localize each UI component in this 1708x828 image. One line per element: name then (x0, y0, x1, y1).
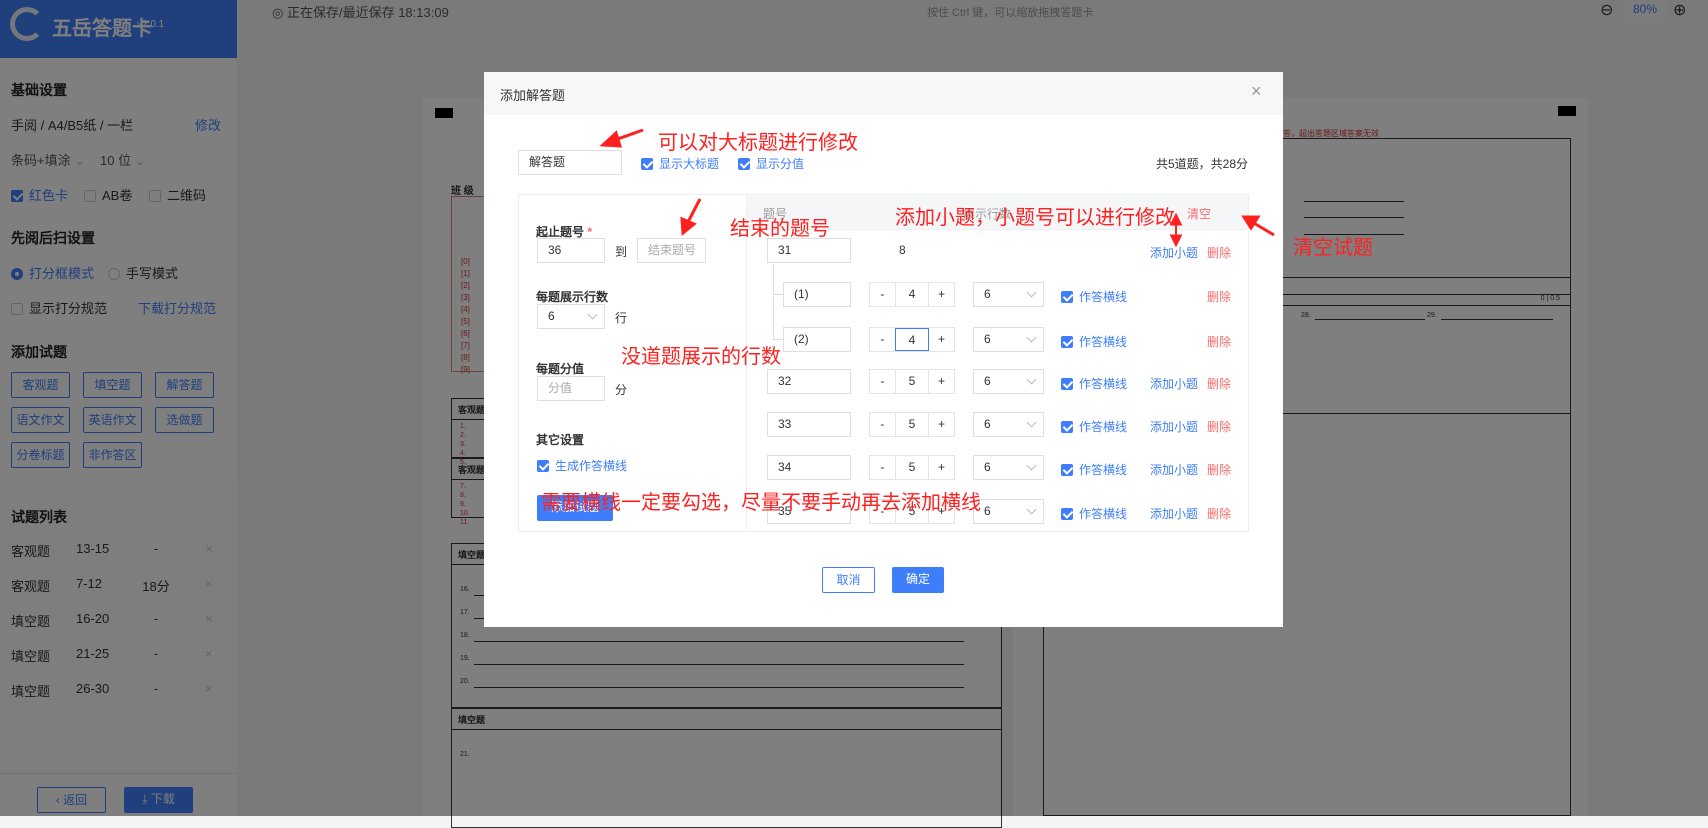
arrow-head-icon (680, 216, 697, 236)
arrow-head-icon (1169, 212, 1183, 226)
annotation-arrows (599, 128, 1275, 248)
arrow-icon (686, 198, 702, 223)
arrow-head-icon (599, 130, 623, 148)
arrow-head-icon (1241, 215, 1261, 231)
arrow-head-icon (1169, 234, 1183, 248)
